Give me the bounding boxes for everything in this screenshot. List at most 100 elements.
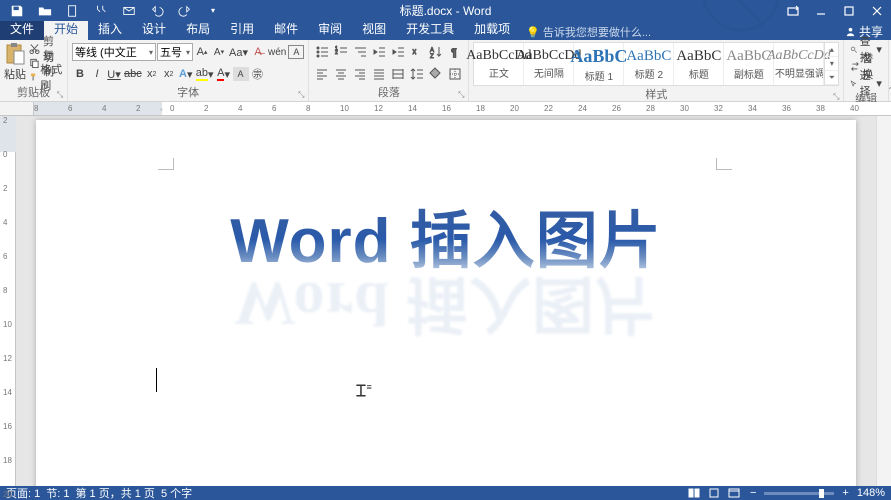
multilevel-list-button[interactable] — [351, 43, 369, 61]
read-mode-button[interactable] — [686, 487, 702, 499]
strikethrough-button[interactable]: abc — [123, 65, 143, 83]
underline-button[interactable]: U▾ — [106, 65, 122, 83]
phonetic-guide-button[interactable]: wén — [267, 43, 287, 61]
status-section[interactable]: 节: 1 — [46, 485, 69, 500]
tab-design[interactable]: 设计 — [132, 18, 176, 40]
style-subtle-emphasis[interactable]: AaBbCcDd不明显强调 — [774, 43, 824, 85]
tab-developer[interactable]: 开发工具 — [396, 18, 464, 40]
font-color-button[interactable]: A▾ — [216, 65, 232, 83]
ribbon: 粘贴 剪切 复制 格式刷 剪贴板⤡ 等线 (中文正▾ 五号▾ A▴ A▾ Aa▾… — [0, 40, 891, 102]
clipboard-label: 剪贴板 — [17, 87, 50, 99]
paste-button[interactable]: 粘贴 — [4, 42, 26, 84]
enclose-char-button[interactable]: ㊪ — [250, 65, 266, 83]
vertical-ruler[interactable]: 202468101214161820 — [0, 116, 16, 486]
zoom-in-button[interactable]: + — [838, 487, 852, 499]
decrease-indent-button[interactable] — [370, 43, 388, 61]
vertical-scrollbar[interactable] — [876, 116, 891, 486]
subscript-button[interactable]: x2 — [144, 65, 160, 83]
group-font: 等线 (中文正▾ 五号▾ A▴ A▾ Aa▾ A̶ wén A B I U▾ a… — [68, 40, 309, 101]
font-size-combo[interactable]: 五号▾ — [157, 43, 193, 61]
clear-formatting-button[interactable]: A̶ — [250, 43, 266, 61]
horizontal-ruler[interactable]: ◦ 86420246810121416182022242628303234363… — [0, 102, 891, 116]
tab-references[interactable]: 引用 — [220, 18, 264, 40]
clipboard-dialog-launcher[interactable]: ⤡ — [55, 90, 65, 100]
borders-button[interactable] — [446, 65, 464, 83]
style-no-spacing[interactable]: AaBbCcDd无间隔 — [524, 43, 574, 85]
zoom-level[interactable]: 148% — [857, 487, 885, 499]
save-icon[interactable] — [4, 0, 30, 21]
close-button[interactable] — [863, 0, 891, 21]
distributed-button[interactable] — [389, 65, 407, 83]
indent-marker[interactable]: ◦ — [160, 105, 163, 114]
redo-icon[interactable] — [172, 0, 198, 21]
italic-button[interactable]: I — [89, 65, 105, 83]
status-pages[interactable]: 第 1 页，共 1 页 — [75, 485, 154, 500]
char-shading-button[interactable]: A — [233, 67, 249, 81]
align-right-button[interactable] — [351, 65, 369, 83]
tab-mailings[interactable]: 邮件 — [264, 18, 308, 40]
char-border-button[interactable]: A — [288, 45, 304, 59]
maximize-button[interactable] — [835, 0, 863, 21]
quick-print-icon[interactable] — [88, 0, 114, 21]
numbering-button[interactable]: 12 — [332, 43, 350, 61]
zoom-slider[interactable] — [764, 492, 834, 495]
status-words[interactable]: 5 个字 — [161, 485, 192, 500]
superscript-button[interactable]: x2 — [161, 65, 177, 83]
tab-file[interactable]: 文件 — [0, 18, 44, 40]
gallery-down-button[interactable]: ▾ — [825, 57, 838, 71]
group-styles: AaBbCcDd正文 AaBbCcDd无间隔 AaBbC标题 1 AaBbC标题… — [469, 40, 844, 101]
margin-corner-tl — [152, 152, 174, 170]
email-icon[interactable] — [116, 0, 142, 21]
group-editing: 查找 ▾ 替换 选择 ▾ 编辑 — [844, 40, 889, 101]
tab-view[interactable]: 视图 — [352, 18, 396, 40]
tab-addins[interactable]: 加载项 — [464, 18, 520, 40]
increase-indent-button[interactable] — [389, 43, 407, 61]
minimize-button[interactable] — [807, 0, 835, 21]
print-layout-button[interactable] — [706, 487, 722, 499]
select-button[interactable]: 选择 ▾ — [848, 76, 884, 90]
font-name-combo[interactable]: 等线 (中文正▾ — [72, 43, 156, 61]
paragraph-dialog-launcher[interactable]: ⤡ — [456, 90, 466, 100]
show-marks-button[interactable]: ¶ — [446, 43, 464, 61]
ribbon-options-icon[interactable] — [779, 0, 807, 21]
bullets-button[interactable] — [313, 43, 331, 61]
highlight-button[interactable]: ab▾ — [195, 65, 215, 83]
document-canvas[interactable]: Word 插入图片 Word 插入图片 Ꮖ≡ — [16, 116, 876, 486]
style-title[interactable]: AaBbC标题 — [674, 43, 724, 85]
tab-layout[interactable]: 布局 — [176, 18, 220, 40]
new-icon[interactable] — [60, 0, 86, 21]
asian-layout-button[interactable]: ☓ — [408, 43, 426, 61]
tab-insert[interactable]: 插入 — [88, 18, 132, 40]
svg-text:2: 2 — [335, 50, 338, 56]
text-effects-button[interactable]: A▾ — [178, 65, 194, 83]
mouse-ibeam-icon: Ꮖ≡ — [356, 382, 372, 401]
align-center-button[interactable] — [332, 65, 350, 83]
styles-label: 样式 — [645, 89, 667, 101]
format-painter-button[interactable]: 格式刷 — [29, 70, 63, 84]
style-heading1[interactable]: AaBbC标题 1 — [574, 43, 624, 85]
bold-button[interactable]: B — [72, 65, 88, 83]
change-case-button[interactable]: Aa▾ — [228, 43, 249, 61]
gallery-up-button[interactable]: ▴ — [825, 43, 838, 57]
align-left-button[interactable] — [313, 65, 331, 83]
lightbulb-icon: 💡 — [526, 26, 540, 39]
styles-dialog-launcher[interactable]: ⤡ — [831, 92, 841, 102]
page[interactable]: Word 插入图片 Word 插入图片 Ꮖ≡ — [36, 120, 856, 486]
web-layout-button[interactable] — [726, 487, 742, 499]
justify-button[interactable] — [370, 65, 388, 83]
line-spacing-button[interactable] — [408, 65, 426, 83]
tab-review[interactable]: 审阅 — [308, 18, 352, 40]
grow-font-button[interactable]: A▴ — [194, 43, 210, 61]
document-heading[interactable]: Word 插入图片 — [230, 190, 662, 280]
tell-me-input[interactable]: 💡告诉我您想要做什么... — [526, 24, 651, 40]
sort-button[interactable]: AZ — [427, 43, 445, 61]
qat-customize-icon[interactable]: ▾ — [200, 0, 226, 21]
gallery-more-button[interactable]: ⏷ — [825, 71, 838, 85]
shading-button[interactable] — [427, 65, 445, 83]
shrink-font-button[interactable]: A▾ — [211, 43, 227, 61]
undo-icon[interactable] — [144, 0, 170, 21]
zoom-out-button[interactable]: − — [746, 487, 760, 499]
open-icon[interactable] — [32, 0, 58, 21]
style-heading2[interactable]: AaBbC标题 2 — [624, 43, 674, 85]
font-dialog-launcher[interactable]: ⤡ — [296, 90, 306, 100]
